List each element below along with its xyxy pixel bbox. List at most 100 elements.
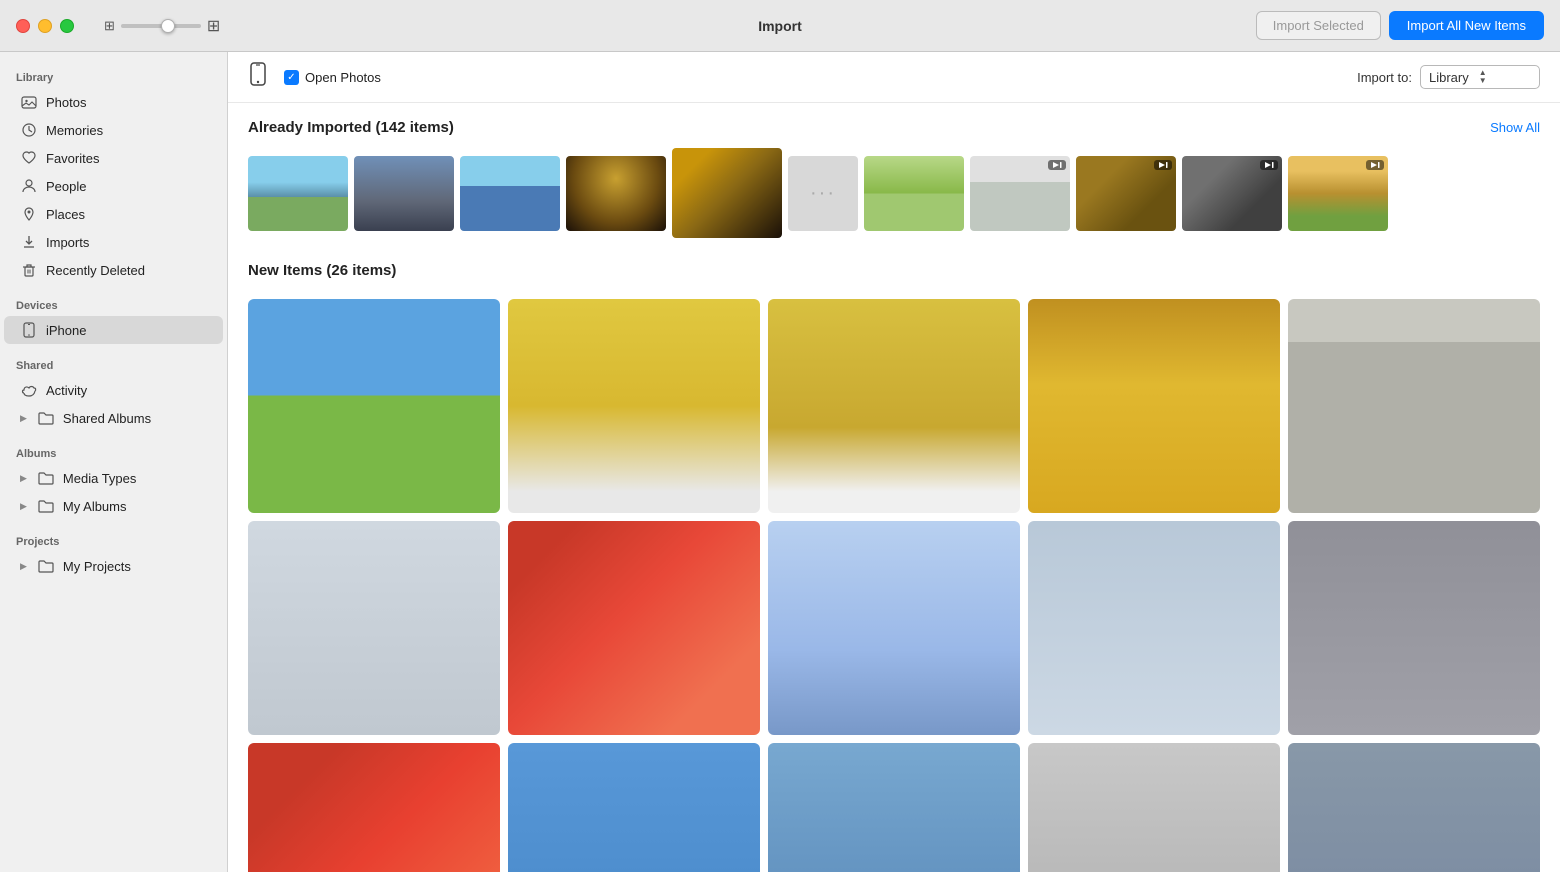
already-imported-header: Already Imported (142 items) Show All (248, 119, 1540, 136)
sidebar-item-places[interactable]: Places (4, 200, 223, 228)
new-items-section: New Items (26 items) (228, 246, 1560, 299)
list-item[interactable] (460, 156, 560, 231)
window-controls (16, 19, 74, 33)
show-all-link[interactable]: Show All (1490, 120, 1540, 135)
albums-section-label: Albums (0, 440, 227, 464)
zoom-slider-area: ⊞ ⊞ (104, 16, 220, 36)
list-item[interactable] (566, 156, 666, 231)
list-item-more[interactable]: ··· (788, 156, 858, 231)
projects-section-label: Projects (0, 528, 227, 552)
list-item[interactable] (1028, 521, 1280, 735)
import-all-button[interactable]: Import All New Items (1389, 11, 1544, 40)
phone-small-icon (248, 62, 268, 92)
list-item[interactable] (1028, 299, 1280, 513)
maximize-button[interactable] (60, 19, 74, 33)
sidebar-imports-label: Imports (46, 235, 89, 250)
titlebar: ⊞ ⊞ Import Import Selected Import All Ne… (0, 0, 1560, 52)
list-item[interactable] (1288, 299, 1540, 513)
content-area: ✓ Open Photos Import to: Library ▲ ▼ Alr… (228, 52, 1560, 872)
import-to-value: Library (1429, 70, 1469, 85)
folder-albums-icon (37, 497, 55, 515)
zoom-slider-thumb[interactable] (161, 19, 175, 33)
import-to-dropdown[interactable]: Library ▲ ▼ (1420, 65, 1540, 89)
window-title: Import (758, 18, 802, 34)
new-items-header: New Items (26 items) (248, 262, 1540, 279)
import-selected-button[interactable]: Import Selected (1256, 11, 1381, 40)
list-item[interactable] (248, 743, 500, 872)
list-item[interactable] (508, 743, 760, 872)
sidebar-recently-deleted-label: Recently Deleted (46, 263, 145, 278)
list-item[interactable] (1182, 156, 1282, 231)
import-toolbar: ✓ Open Photos Import to: Library ▲ ▼ (228, 52, 1560, 103)
new-items-title: New Items (26 items) (248, 262, 396, 279)
sidebar-memories-label: Memories (46, 123, 103, 138)
list-item[interactable] (768, 299, 1020, 513)
sidebar-places-label: Places (46, 207, 85, 222)
close-button[interactable] (16, 19, 30, 33)
imports-icon (20, 233, 38, 251)
trash-icon (20, 261, 38, 279)
import-to-area: Import to: Library ▲ ▼ (1357, 65, 1540, 89)
list-item[interactable] (248, 521, 500, 735)
memories-icon (20, 121, 38, 139)
list-item[interactable] (1288, 156, 1388, 231)
library-section-label: Library (0, 64, 227, 88)
list-item[interactable] (1028, 743, 1280, 872)
sidebar-media-types-label: Media Types (63, 471, 136, 486)
already-imported-title: Already Imported (142 items) (248, 119, 454, 136)
already-imported-section: Already Imported (142 items) Show All ··… (228, 103, 1560, 246)
sidebar: Library Photos Memories Favorites People (0, 52, 228, 872)
list-item[interactable] (508, 521, 760, 735)
places-icon (20, 205, 38, 223)
sidebar-item-iphone[interactable]: iPhone (4, 316, 223, 344)
video-badge (1154, 160, 1172, 170)
sidebar-shared-albums-label: Shared Albums (63, 411, 151, 426)
list-item[interactable] (970, 156, 1070, 231)
favorites-icon (20, 149, 38, 167)
list-item[interactable] (864, 156, 964, 231)
list-item[interactable] (672, 148, 782, 238)
devices-section-label: Devices (0, 292, 227, 316)
people-icon (20, 177, 38, 195)
list-item[interactable] (768, 521, 1020, 735)
list-item[interactable] (248, 299, 500, 513)
zoom-slider-track[interactable] (121, 24, 201, 28)
imported-strip: ··· (248, 148, 1540, 238)
open-photos-checkbox[interactable]: ✓ (284, 70, 299, 85)
sidebar-item-imports[interactable]: Imports (4, 228, 223, 256)
main-layout: Library Photos Memories Favorites People (0, 52, 1560, 872)
list-item[interactable] (1288, 743, 1540, 872)
sidebar-item-recently-deleted[interactable]: Recently Deleted (4, 256, 223, 284)
folder-media-icon (37, 469, 55, 487)
photos-icon (20, 93, 38, 111)
sidebar-item-media-types[interactable]: ▶ Media Types (4, 464, 223, 492)
new-items-grid (228, 299, 1560, 872)
sidebar-item-shared-albums[interactable]: ▶ Shared Albums (4, 404, 223, 432)
sidebar-item-my-projects[interactable]: ▶ My Projects (4, 552, 223, 580)
shared-section-label: Shared (0, 352, 227, 376)
sidebar-item-memories[interactable]: Memories (4, 116, 223, 144)
open-photos-label[interactable]: ✓ Open Photos (284, 70, 381, 85)
phone-icon-area (248, 62, 268, 92)
sidebar-my-projects-label: My Projects (63, 559, 131, 574)
list-item[interactable] (354, 156, 454, 231)
import-to-text: Import to: (1357, 70, 1412, 85)
my-projects-expand-icon: ▶ (20, 561, 27, 572)
sidebar-item-my-albums[interactable]: ▶ My Albums (4, 492, 223, 520)
list-item[interactable] (1288, 521, 1540, 735)
sidebar-item-favorites[interactable]: Favorites (4, 144, 223, 172)
list-item[interactable] (768, 743, 1020, 872)
minimize-button[interactable] (38, 19, 52, 33)
sidebar-item-photos[interactable]: Photos (4, 88, 223, 116)
sidebar-favorites-label: Favorites (46, 151, 99, 166)
sidebar-item-activity[interactable]: Activity (4, 376, 223, 404)
sidebar-item-people[interactable]: People (4, 172, 223, 200)
video-badge (1366, 160, 1384, 170)
list-item[interactable] (248, 156, 348, 231)
my-albums-expand-icon: ▶ (20, 501, 27, 512)
sidebar-iphone-label: iPhone (46, 323, 86, 338)
sidebar-people-label: People (46, 179, 86, 194)
list-item[interactable] (508, 299, 760, 513)
video-badge (1260, 160, 1278, 170)
list-item[interactable] (1076, 156, 1176, 231)
